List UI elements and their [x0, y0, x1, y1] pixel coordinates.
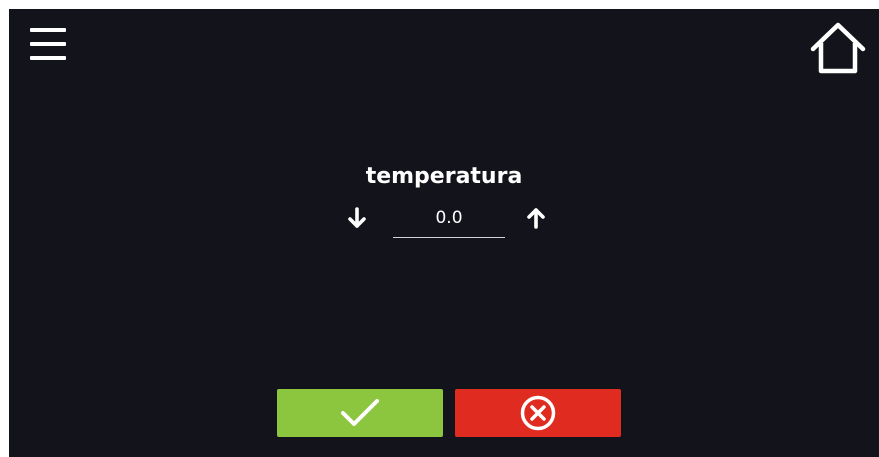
checkmark-icon	[341, 399, 379, 426]
value-input[interactable]: 0.0	[393, 203, 505, 238]
controller-screen: temperatura 0.0	[9, 9, 879, 457]
arrow-down-icon	[348, 207, 366, 228]
confirm-button[interactable]	[277, 389, 443, 437]
increase-button[interactable]	[521, 203, 551, 233]
parameter-label: temperatura	[365, 164, 523, 189]
home-icon	[810, 22, 866, 74]
arrow-up-icon	[527, 208, 545, 229]
circle-x-icon	[520, 395, 556, 431]
hamburger-menu-icon	[30, 28, 66, 60]
decrease-button[interactable]	[342, 203, 372, 233]
menu-button[interactable]	[30, 26, 70, 64]
home-button[interactable]	[809, 19, 867, 75]
cancel-button[interactable]	[455, 389, 621, 437]
